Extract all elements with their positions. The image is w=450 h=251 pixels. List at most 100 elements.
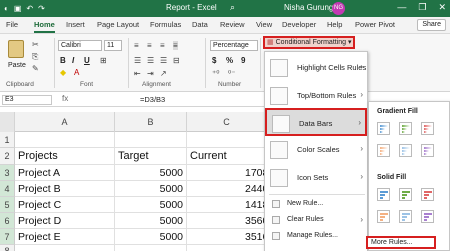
- cell-target[interactable]: 5000: [115, 197, 187, 213]
- comma-button[interactable]: 9: [241, 56, 245, 65]
- orientation-icon[interactable]: ↗: [160, 69, 167, 78]
- menu-item-new-rule[interactable]: New Rule...: [265, 198, 367, 211]
- row-header[interactable]: 6: [0, 213, 15, 229]
- italic-button[interactable]: I: [72, 56, 74, 65]
- cell-current[interactable]: 1418: [187, 197, 267, 213]
- align-center-icon[interactable]: ☰: [147, 56, 154, 65]
- borders-icon[interactable]: ⊞: [100, 56, 107, 65]
- row-header[interactable]: 5: [0, 197, 15, 213]
- column-header-c[interactable]: C: [187, 112, 267, 132]
- bold-button[interactable]: B: [60, 56, 66, 65]
- solid-fill-swatch[interactable]: [377, 188, 390, 201]
- tab-page-layout[interactable]: Page Layout: [97, 20, 139, 29]
- row-header[interactable]: 8: [0, 245, 15, 251]
- menu-item-manage-rules[interactable]: Manage Rules...: [265, 230, 367, 243]
- tab-power-pivot[interactable]: Power Pivot: [355, 20, 395, 29]
- format-painter-icon[interactable]: ✎: [32, 64, 39, 73]
- wrap-text-icon[interactable]: ≡: [173, 41, 178, 50]
- user-name[interactable]: Nisha Gurung: [284, 3, 333, 12]
- cell-target[interactable]: 5000: [115, 181, 187, 197]
- row-header[interactable]: 1: [0, 132, 15, 148]
- cell-c8[interactable]: [187, 245, 267, 251]
- formula-input[interactable]: =D3/B3: [140, 95, 165, 104]
- save-icon[interactable]: ▣: [14, 3, 22, 14]
- cell-b2[interactable]: Target: [115, 148, 187, 165]
- tab-review[interactable]: Review: [220, 20, 245, 29]
- tab-view[interactable]: View: [256, 20, 272, 29]
- gradient-fill-swatch[interactable]: [399, 144, 412, 157]
- tab-insert[interactable]: Insert: [66, 20, 85, 29]
- font-color-icon[interactable]: A: [74, 68, 79, 77]
- gradient-fill-swatch[interactable]: [399, 122, 412, 135]
- cell-b8[interactable]: [115, 245, 187, 251]
- row-header[interactable]: 4: [0, 181, 15, 197]
- solid-fill-swatch[interactable]: [377, 210, 390, 223]
- minimize-icon[interactable]: —: [397, 2, 406, 13]
- align-bottom-icon[interactable]: ≡: [160, 41, 165, 50]
- avatar[interactable]: NG: [332, 2, 345, 15]
- row-header[interactable]: 2: [0, 148, 15, 165]
- fill-color-icon[interactable]: ◆: [60, 68, 66, 77]
- solid-fill-swatch[interactable]: [399, 210, 412, 223]
- search-icon[interactable]: ⌕: [230, 2, 235, 13]
- cell-project[interactable]: Project E: [15, 229, 115, 245]
- select-all-corner[interactable]: [0, 112, 15, 132]
- cell-current[interactable]: 2440: [187, 181, 267, 197]
- undo-icon[interactable]: ↶: [26, 3, 33, 14]
- conditional-formatting-button[interactable]: ▦ Conditional Formatting ▾: [263, 36, 355, 49]
- name-box[interactable]: E3: [2, 95, 52, 105]
- restore-icon[interactable]: ❐: [418, 2, 426, 13]
- cell-project[interactable]: Project D: [15, 213, 115, 229]
- currency-button[interactable]: $: [212, 56, 216, 65]
- align-middle-icon[interactable]: ≡: [147, 41, 152, 50]
- font-size-select[interactable]: 11: [104, 40, 122, 51]
- solid-fill-swatch[interactable]: [421, 188, 434, 201]
- solid-fill-swatch[interactable]: [399, 188, 412, 201]
- decrease-decimal-icon[interactable]: ⁰⁻: [228, 69, 235, 78]
- align-top-icon[interactable]: ≡: [134, 41, 139, 50]
- fx-icon[interactable]: fx: [62, 94, 68, 103]
- align-right-icon[interactable]: ☰: [160, 56, 167, 65]
- cell-current[interactable]: 3560: [187, 213, 267, 229]
- cell-project[interactable]: Project B: [15, 181, 115, 197]
- cell-project[interactable]: Project A: [15, 165, 115, 181]
- gradient-fill-swatch[interactable]: [421, 144, 434, 157]
- underline-button[interactable]: U: [84, 56, 90, 65]
- copy-icon[interactable]: ⎘: [32, 52, 38, 62]
- gradient-fill-swatch[interactable]: [421, 122, 434, 135]
- cell-c1[interactable]: [187, 132, 267, 148]
- paste-icon[interactable]: [8, 40, 24, 58]
- redo-icon[interactable]: ↷: [38, 3, 45, 14]
- menu-item-highlight-cells-rules[interactable]: Highlight Cells Rules ›: [265, 54, 367, 82]
- cell-target[interactable]: 5000: [115, 213, 187, 229]
- tab-data[interactable]: Data: [192, 20, 208, 29]
- row-header[interactable]: 3: [0, 165, 15, 181]
- menu-item-color-scales[interactable]: Color Scales ›: [265, 136, 367, 164]
- tab-formulas[interactable]: Formulas: [150, 20, 181, 29]
- tab-home[interactable]: Home: [34, 20, 55, 33]
- cell-b1[interactable]: [115, 132, 187, 148]
- menu-item-data-bars[interactable]: Data Bars ›: [265, 108, 367, 136]
- increase-decimal-icon[interactable]: ⁺⁰: [212, 69, 219, 78]
- row-header[interactable]: 7: [0, 229, 15, 245]
- number-format-select[interactable]: Percentage: [210, 40, 258, 51]
- gradient-fill-swatch[interactable]: [377, 144, 390, 157]
- cell-target[interactable]: 5000: [115, 165, 187, 181]
- merge-center-icon[interactable]: ⊟: [173, 56, 180, 65]
- column-header-b[interactable]: B: [115, 112, 187, 132]
- cell-current[interactable]: 1708: [187, 165, 267, 181]
- column-header-a[interactable]: A: [15, 112, 115, 132]
- increase-indent-icon[interactable]: ⇥: [147, 69, 154, 78]
- cell-a2[interactable]: Projects: [15, 148, 115, 165]
- font-name-select[interactable]: Calibri: [58, 40, 102, 51]
- more-rules-button[interactable]: More Rules...: [366, 236, 436, 249]
- cell-target[interactable]: 5000: [115, 229, 187, 245]
- align-left-icon[interactable]: ☰: [134, 56, 141, 65]
- tab-file[interactable]: File: [6, 20, 18, 29]
- cell-project[interactable]: Project C: [15, 197, 115, 213]
- percent-button[interactable]: %: [226, 56, 233, 65]
- gradient-fill-swatch[interactable]: [377, 122, 390, 135]
- autosave-toggle-icon[interactable]: ◐: [4, 3, 9, 14]
- cell-current[interactable]: 3516: [187, 229, 267, 245]
- solid-fill-swatch[interactable]: [421, 210, 434, 223]
